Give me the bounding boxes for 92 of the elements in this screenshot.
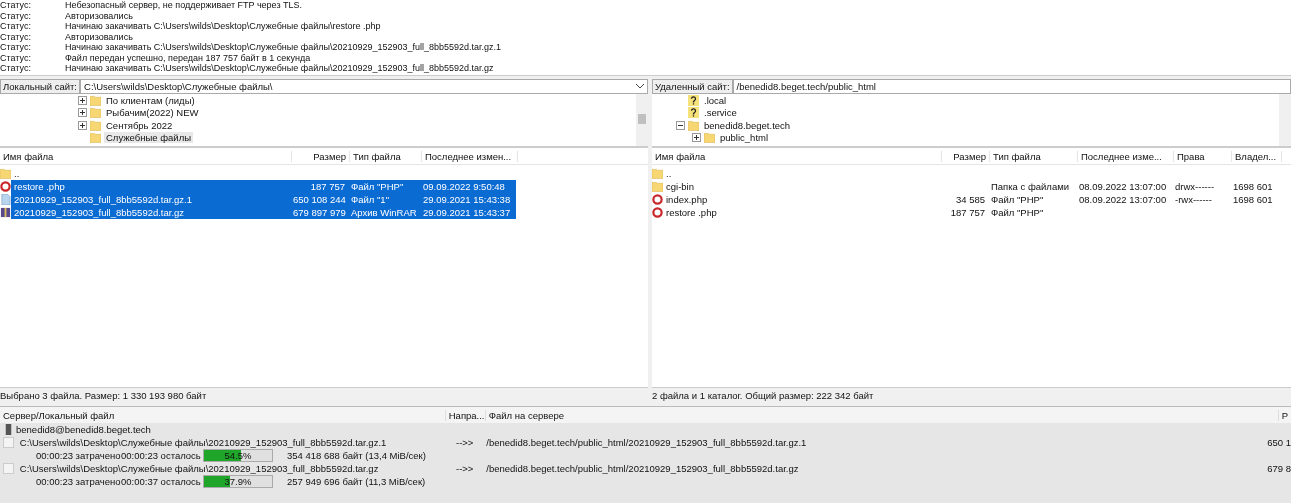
folder-icon [688, 119, 699, 131]
remaining-time: 00:00:23 осталось [121, 450, 202, 461]
direction-arrow: -->> [455, 437, 475, 448]
ring-icon [0, 181, 11, 192]
log-label: Статус: [0, 21, 32, 32]
tree-item[interactable]: Служебные файлы [104, 132, 193, 144]
log-label: Статус: [0, 31, 32, 42]
server-name: benedid8@benedid8.beget.tech [16, 424, 151, 435]
log-message: Авторизовались [65, 10, 133, 21]
local-file: C:\Users\wilds\Desktop\Служебные файлы\20210929_152903_full_8bb5592d.tar.gz.1 [19, 437, 388, 448]
column-header[interactable]: Р [1278, 409, 1291, 421]
file-row[interactable]: 20210929_152903_full_8bb5592d.tar.gz 679 897 979 Архив WinRAR 29.09.2021 15:43:37 [11, 206, 516, 219]
column-header[interactable]: Размер [942, 150, 990, 162]
column-header[interactable]: Последнее измен... [422, 150, 518, 162]
path-field[interactable]: C:\Users\wilds\Desktop\Служебные файлы\ [80, 78, 648, 94]
question-icon [688, 94, 699, 106]
file-row[interactable]: 20210929_152903_full_8bb5592d.tar.gz.1 650 108 244 Файл "1" 29.09.2021 15:43:38 [11, 193, 516, 206]
folder-icon [652, 181, 663, 192]
tree-item[interactable]: public_html [718, 132, 771, 144]
log-message: Начинаю закачивать C:\Users\wilds\Desktop\Служебные файлы\20210929_152903_full_8bb5592d.tar.gz [65, 63, 494, 74]
column-header[interactable]: Права [1174, 150, 1232, 162]
tree-item[interactable]: benedid8.beget.tech [702, 119, 793, 131]
scrollbar[interactable] [636, 94, 648, 146]
remote-file: /benedid8.beget.tech/public_html/20210929_152903_full_8bb5592d.tar.gz [486, 463, 800, 474]
elapsed-time: 00:00:23 затрачено [36, 476, 121, 487]
folder-icon [90, 94, 101, 106]
file-icon [0, 194, 11, 205]
log-message: Авторизовались [65, 31, 133, 42]
status-bar: 2 файла и 1 каталог. Общий размер: 222 342 байт [652, 387, 1291, 404]
transfer-info: 354 418 688 байт (13,4 MiB/сек) [287, 450, 426, 461]
folder-icon [0, 168, 11, 179]
status-bar: Выбрано 3 файла. Размер: 1 330 193 980 байт [0, 387, 648, 404]
scrollbar[interactable] [1279, 94, 1291, 146]
file-size: 679 8 [1267, 463, 1291, 474]
direction-arrow: -->> [455, 463, 475, 474]
tree-item[interactable]: .service [702, 107, 739, 119]
column-header[interactable]: Имя файла [652, 150, 942, 162]
site-label: Локальный сайт: [0, 78, 80, 94]
file-icon [3, 463, 14, 474]
column-header[interactable]: Файл на сервере [485, 409, 1279, 421]
folder-icon [90, 107, 101, 119]
column-header[interactable]: Тип файла [350, 150, 422, 162]
folder-icon [652, 168, 663, 179]
log-label: Статус: [0, 42, 32, 53]
folder-icon [704, 132, 715, 144]
log-message: Начинаю закачивать C:\Users\wilds\Desktop\Служебные файлы\restore .php [65, 21, 381, 32]
file-icon [3, 437, 14, 448]
column-header[interactable]: Последнее изме... [1078, 150, 1174, 162]
log-message: Начинаю закачивать C:\Users\wilds\Desktop\Служебные файлы\20210929_152903_full_8bb5592d.tar.gz.1 [65, 42, 502, 53]
local-file: C:\Users\wilds\Desktop\Служебные файлы\20210929_152903_full_8bb5592d.tar.gz [19, 463, 380, 474]
file-row[interactable]: index.php 34 585 Файл "PHP" 08.09.2022 13:07:00 -rwx------ 1698 601 [663, 193, 1280, 206]
folder-icon [90, 132, 101, 144]
column-header[interactable]: Сервер/Локальный файл [0, 409, 446, 421]
column-header[interactable]: Размер [292, 150, 350, 162]
expand-icon[interactable] [78, 95, 87, 105]
file-row[interactable]: restore .php 187 757 Файл "PHP" [663, 206, 1280, 219]
expand-icon[interactable] [78, 108, 87, 118]
log-message: Небезопасный сервер, не поддерживает FTP через TLS. [65, 0, 303, 11]
ring-icon [652, 194, 663, 205]
column-header[interactable]: Тип файла [990, 150, 1078, 162]
server-icon [3, 424, 14, 435]
log-label: Статус: [0, 10, 32, 21]
file-row[interactable]: restore .php 187 757 Файл "PHP" 09.09.2022 9:50:48 [11, 180, 516, 193]
log-message: Файл передан успешно, передан 187 757 байт в 1 секунда [65, 52, 311, 63]
tree-item[interactable]: Сентябрь 2022 [104, 119, 175, 131]
column-header[interactable]: Владел... [1232, 150, 1282, 162]
log-label: Статус: [0, 0, 32, 11]
site-label: Удаленный сайт: [652, 78, 733, 94]
archive-icon [0, 207, 11, 218]
column-header[interactable]: Напра... [445, 409, 486, 421]
tree-toggle-icon[interactable] [676, 120, 685, 130]
remote-file: /benedid8.beget.tech/public_html/20210929_152903_full_8bb5592d.tar.gz.1 [486, 437, 808, 448]
transfer-info: 257 949 696 байт (11,3 MiB/сек) [287, 476, 426, 487]
file-row[interactable]: cgi-bin Папка с файлами 08.09.2022 13:07:00 drwx------ 1698 601 [663, 180, 1280, 193]
log-label: Статус: [0, 52, 32, 63]
tree-item[interactable]: Рыбачим(2022) NEW [104, 107, 201, 119]
folder-icon [90, 119, 101, 131]
expand-icon[interactable] [78, 120, 87, 130]
tree-item[interactable]: По клиентам (лиды) [104, 94, 197, 106]
file-size: 650 1 [1267, 437, 1291, 448]
question-icon [688, 107, 699, 119]
file-row[interactable]: .. [663, 167, 1280, 180]
file-row[interactable]: .. [11, 167, 516, 180]
remaining-time: 00:00:37 осталось [121, 476, 202, 487]
dropdown-icon [636, 83, 644, 89]
tree-item[interactable]: .local [702, 94, 729, 106]
tree-toggle-icon[interactable] [692, 133, 701, 143]
column-header[interactable]: Имя файла [0, 150, 292, 162]
path-field[interactable]: /benedid8.beget.tech/public_html [732, 78, 1291, 94]
ring-icon [652, 207, 663, 218]
elapsed-time: 00:00:23 затрачено [36, 450, 121, 461]
log-label: Статус: [0, 63, 32, 74]
